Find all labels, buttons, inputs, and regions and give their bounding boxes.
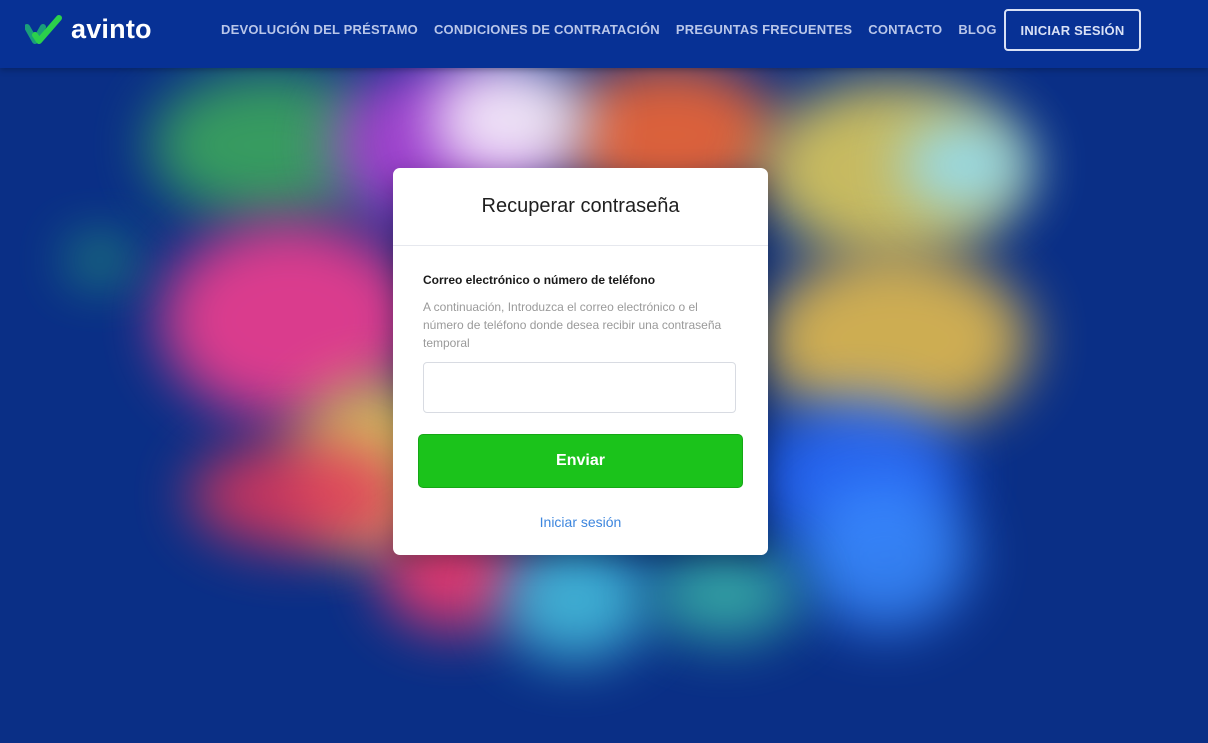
send-button[interactable]: Enviar — [418, 434, 743, 488]
nav-item-condiciones[interactable]: CONDICIONES DE CONTRATACIÓN — [434, 22, 660, 37]
nav-item-preguntas[interactable]: PREGUNTAS FRECUENTES — [676, 22, 852, 37]
card-header: Recuperar contraseña — [393, 168, 768, 246]
brand-logo[interactable]: avinto — [25, 14, 152, 45]
main-nav: DEVOLUCIÓN DEL PRÉSTAMO CONDICIONES DE C… — [221, 0, 1013, 58]
contact-field-help: A continuación, Introduzca el correo ele… — [423, 300, 722, 350]
nav-item-blog[interactable]: BLOG — [958, 22, 996, 37]
nav-item-devolucion[interactable]: DEVOLUCIÓN DEL PRÉSTAMO — [221, 22, 418, 37]
brand-name: avinto — [71, 14, 152, 44]
signin-link[interactable]: Iniciar sesión — [393, 514, 768, 530]
contact-field-label: Correo electrónico o número de teléfono — [423, 273, 656, 287]
nav-item-contacto[interactable]: CONTACTO — [868, 22, 942, 37]
contact-input[interactable] — [423, 362, 736, 413]
card-title: Recuperar contraseña — [481, 195, 680, 217]
password-recovery-card: Recuperar contraseña Correo electrónico … — [393, 168, 768, 555]
checkmark-logo-icon — [25, 14, 62, 44]
header-login-button[interactable]: INICIAR SESIÓN — [1004, 9, 1141, 51]
site-header: avinto DEVOLUCIÓN DEL PRÉSTAMO CONDICION… — [0, 0, 1208, 68]
